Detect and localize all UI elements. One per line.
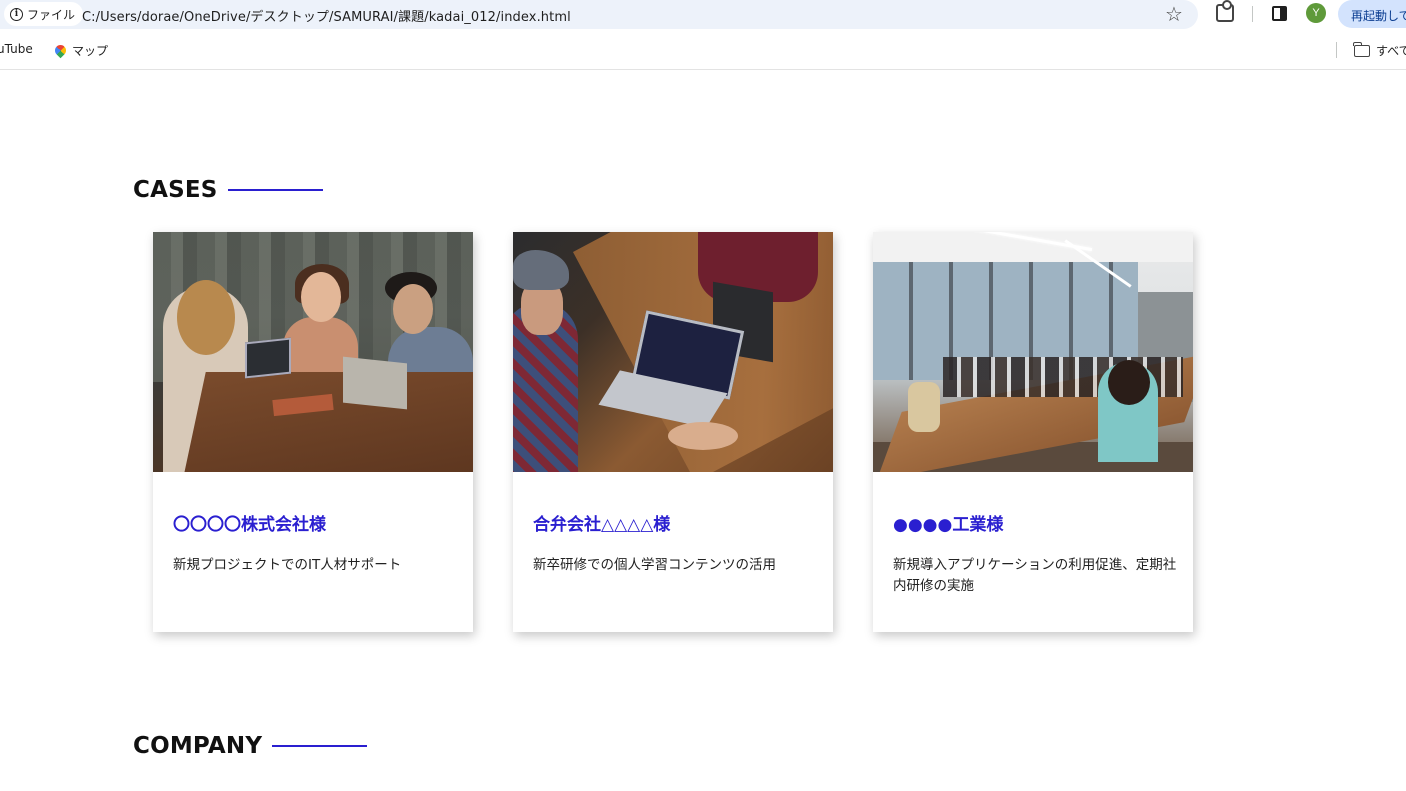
case-title: ●●●●工業様 [893,515,1004,535]
case-card-2[interactable]: 合弁会社△△△△様 新卒研修での個人学習コンテンツの活用 [513,232,833,632]
company-title: COMPANY [133,733,263,759]
cases-title: CASES [133,177,218,203]
info-icon: i [10,7,23,21]
case-photo-conference-room [873,232,1193,472]
folder-icon [1353,41,1370,57]
case-photo-team-cafe [153,232,473,472]
all-bookmarks-label: すべて [1376,44,1406,58]
site-chip-label: ファイル [27,7,76,22]
address-bar[interactable]: i ファイル C:/Users/dorae/OneDrive/デスクトップ/SA… [0,0,1198,29]
bookmark-maps[interactable]: マップ [52,42,109,59]
maps-icon [52,42,69,59]
bookmark-youtube[interactable]: uTube [0,42,33,56]
toolbar-divider [1252,6,1253,22]
url-text[interactable]: C:/Users/dorae/OneDrive/デスクトップ/SAMURAI/課… [82,6,571,25]
case-title: 〇〇〇〇株式会社様 [173,515,326,535]
side-panel-icon[interactable] [1272,6,1287,21]
site-info-chip[interactable]: i ファイル [4,2,84,26]
case-description: 新規導入アプリケーションの利用促進、定期社内研修の実施 [893,557,1177,594]
heading-underline [227,189,323,191]
cases-heading: CASES [133,177,323,203]
case-title: 合弁会社△△△△様 [533,515,671,535]
case-description: 新卒研修での個人学習コンテンツの活用 [533,557,776,573]
case-photo-laptop-meeting [513,232,833,472]
profile-avatar[interactable]: Y [1306,3,1326,23]
heading-underline [272,745,368,747]
relaunch-button[interactable]: 再起動して更新 [1338,0,1406,28]
browser-toolbar: i ファイル C:/Users/dorae/OneDrive/デスクトップ/SA… [0,0,1406,32]
case-card-3[interactable]: ●●●●工業様 新規導入アプリケーションの利用促進、定期社内研修の実施 [873,232,1193,632]
extensions-icon[interactable] [1216,0,1234,22]
bookmarks-divider [1336,42,1337,58]
case-description: 新規プロジェクトでのIT人材サポート [173,557,402,573]
bookmark-star-icon[interactable]: ☆ [1165,2,1183,26]
bookmarks-bar: uTube マップ すべて [0,32,1406,70]
bookmark-label: uTube [0,42,33,56]
bookmark-label: マップ [72,44,109,58]
all-bookmarks-button[interactable]: すべて [1353,41,1406,59]
case-card-1[interactable]: 〇〇〇〇株式会社様 新規プロジェクトでのIT人材サポート [153,232,473,632]
company-heading: COMPANY [133,733,368,759]
